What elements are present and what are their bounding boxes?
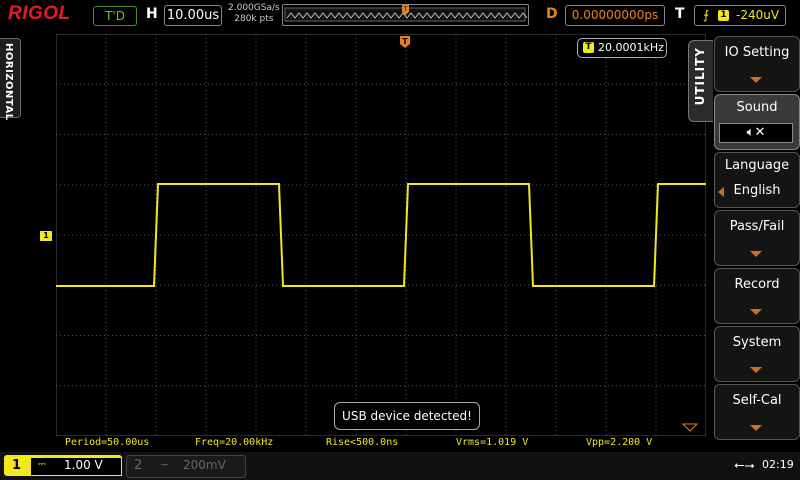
- horizontal-tab-label: HORIZONTAL: [3, 43, 14, 121]
- chevron-down-icon: [750, 367, 762, 373]
- measurement-bar: Period=50.00us Freq=20.00kHz Rise<500.0n…: [56, 437, 706, 451]
- trigger-settings[interactable]: ⨍ 1 -240uV: [694, 5, 786, 26]
- delay-value[interactable]: 0.00000000ps: [565, 5, 665, 26]
- channel1-number: 1: [12, 458, 22, 473]
- menu-sound[interactable]: Sound 🔈︎✕: [714, 94, 800, 150]
- ac-coupling-icon: ∼: [160, 458, 170, 471]
- edge-trigger-icon: ⨍: [703, 8, 710, 22]
- chevron-down-icon: [750, 77, 762, 83]
- dc-coupling-icon: ⎓: [38, 459, 46, 470]
- channel1-scale: 1.00 V: [64, 458, 103, 472]
- trigger-source-badge: 1: [718, 10, 729, 21]
- menu-item-label: Record: [734, 277, 780, 292]
- menu-io-setting[interactable]: IO Setting: [714, 36, 800, 92]
- usb-icon: ⭠⭢: [734, 458, 755, 473]
- menu-item-label: IO Setting: [724, 45, 790, 60]
- utility-tab-label: UTILITY: [693, 47, 707, 106]
- svg-text:T: T: [402, 37, 408, 46]
- menu-pass-fail[interactable]: Pass/Fail: [714, 210, 800, 266]
- menu-item-label: Language: [724, 158, 790, 173]
- chevron-down-icon: [750, 251, 762, 257]
- counter-value: 20.0001kHz: [598, 41, 664, 54]
- measurement-vpp: Vpp=2.200 V: [586, 437, 653, 448]
- channel2-number: 2: [134, 458, 143, 473]
- usb-notification: USB device detected!: [334, 402, 480, 430]
- measurement-frequency: Freq=20.00kHz: [195, 437, 274, 448]
- sample-rate: 2.000GSa/s: [228, 3, 280, 13]
- delay-label: D: [546, 6, 558, 22]
- horizontal-label: H: [146, 6, 158, 22]
- counter-icon: T: [583, 42, 594, 53]
- waveform-display[interactable]: T: [56, 34, 706, 436]
- channel2-scale: 200mV: [183, 458, 226, 472]
- trigger-label: T: [675, 6, 685, 22]
- menu-language[interactable]: Language English: [714, 152, 800, 208]
- memory-depth: 280k pts: [234, 14, 274, 24]
- menu-item-label: System: [732, 335, 782, 350]
- menu-system[interactable]: System: [714, 326, 800, 382]
- chevron-down-icon: [750, 309, 762, 315]
- memory-waveform-preview: T: [284, 5, 528, 22]
- utility-menu-tab[interactable]: UTILITY: [688, 40, 713, 122]
- frequency-counter: T 20.0001kHz: [577, 38, 667, 58]
- horizontal-tab[interactable]: HORIZONTAL: [0, 38, 21, 121]
- channel1-offset-marker[interactable]: 1: [40, 231, 52, 241]
- brand-logo: RIGOL: [8, 3, 71, 24]
- timebase-value[interactable]: 10.00us: [164, 5, 222, 26]
- menu-item-label: Pass/Fail: [729, 219, 785, 234]
- trigger-level: -240uV: [736, 8, 780, 22]
- measurement-vrms: Vrms=1.019 V: [456, 437, 529, 448]
- memory-overview-bar: T: [282, 4, 529, 26]
- menu-record[interactable]: Record: [714, 268, 800, 324]
- speaker-mute-icon: 🔈︎✕: [719, 123, 793, 143]
- chevron-down-icon: [750, 425, 762, 431]
- svg-text:T: T: [403, 6, 408, 13]
- measurement-period: Period=50.00us: [65, 437, 150, 448]
- menu-item-label: Sound: [736, 100, 778, 115]
- menu-self-cal[interactable]: Self-Cal: [714, 384, 800, 440]
- acquisition-info: 2.000GSa/s 280k pts: [228, 3, 280, 25]
- run-status-badge[interactable]: T'D: [93, 6, 137, 26]
- system-clock: 02:19: [762, 458, 794, 471]
- menu-item-label: Self-Cal: [732, 393, 782, 408]
- measurement-rise-time: Rise<500.0ns: [326, 437, 399, 448]
- language-value: English: [733, 183, 781, 198]
